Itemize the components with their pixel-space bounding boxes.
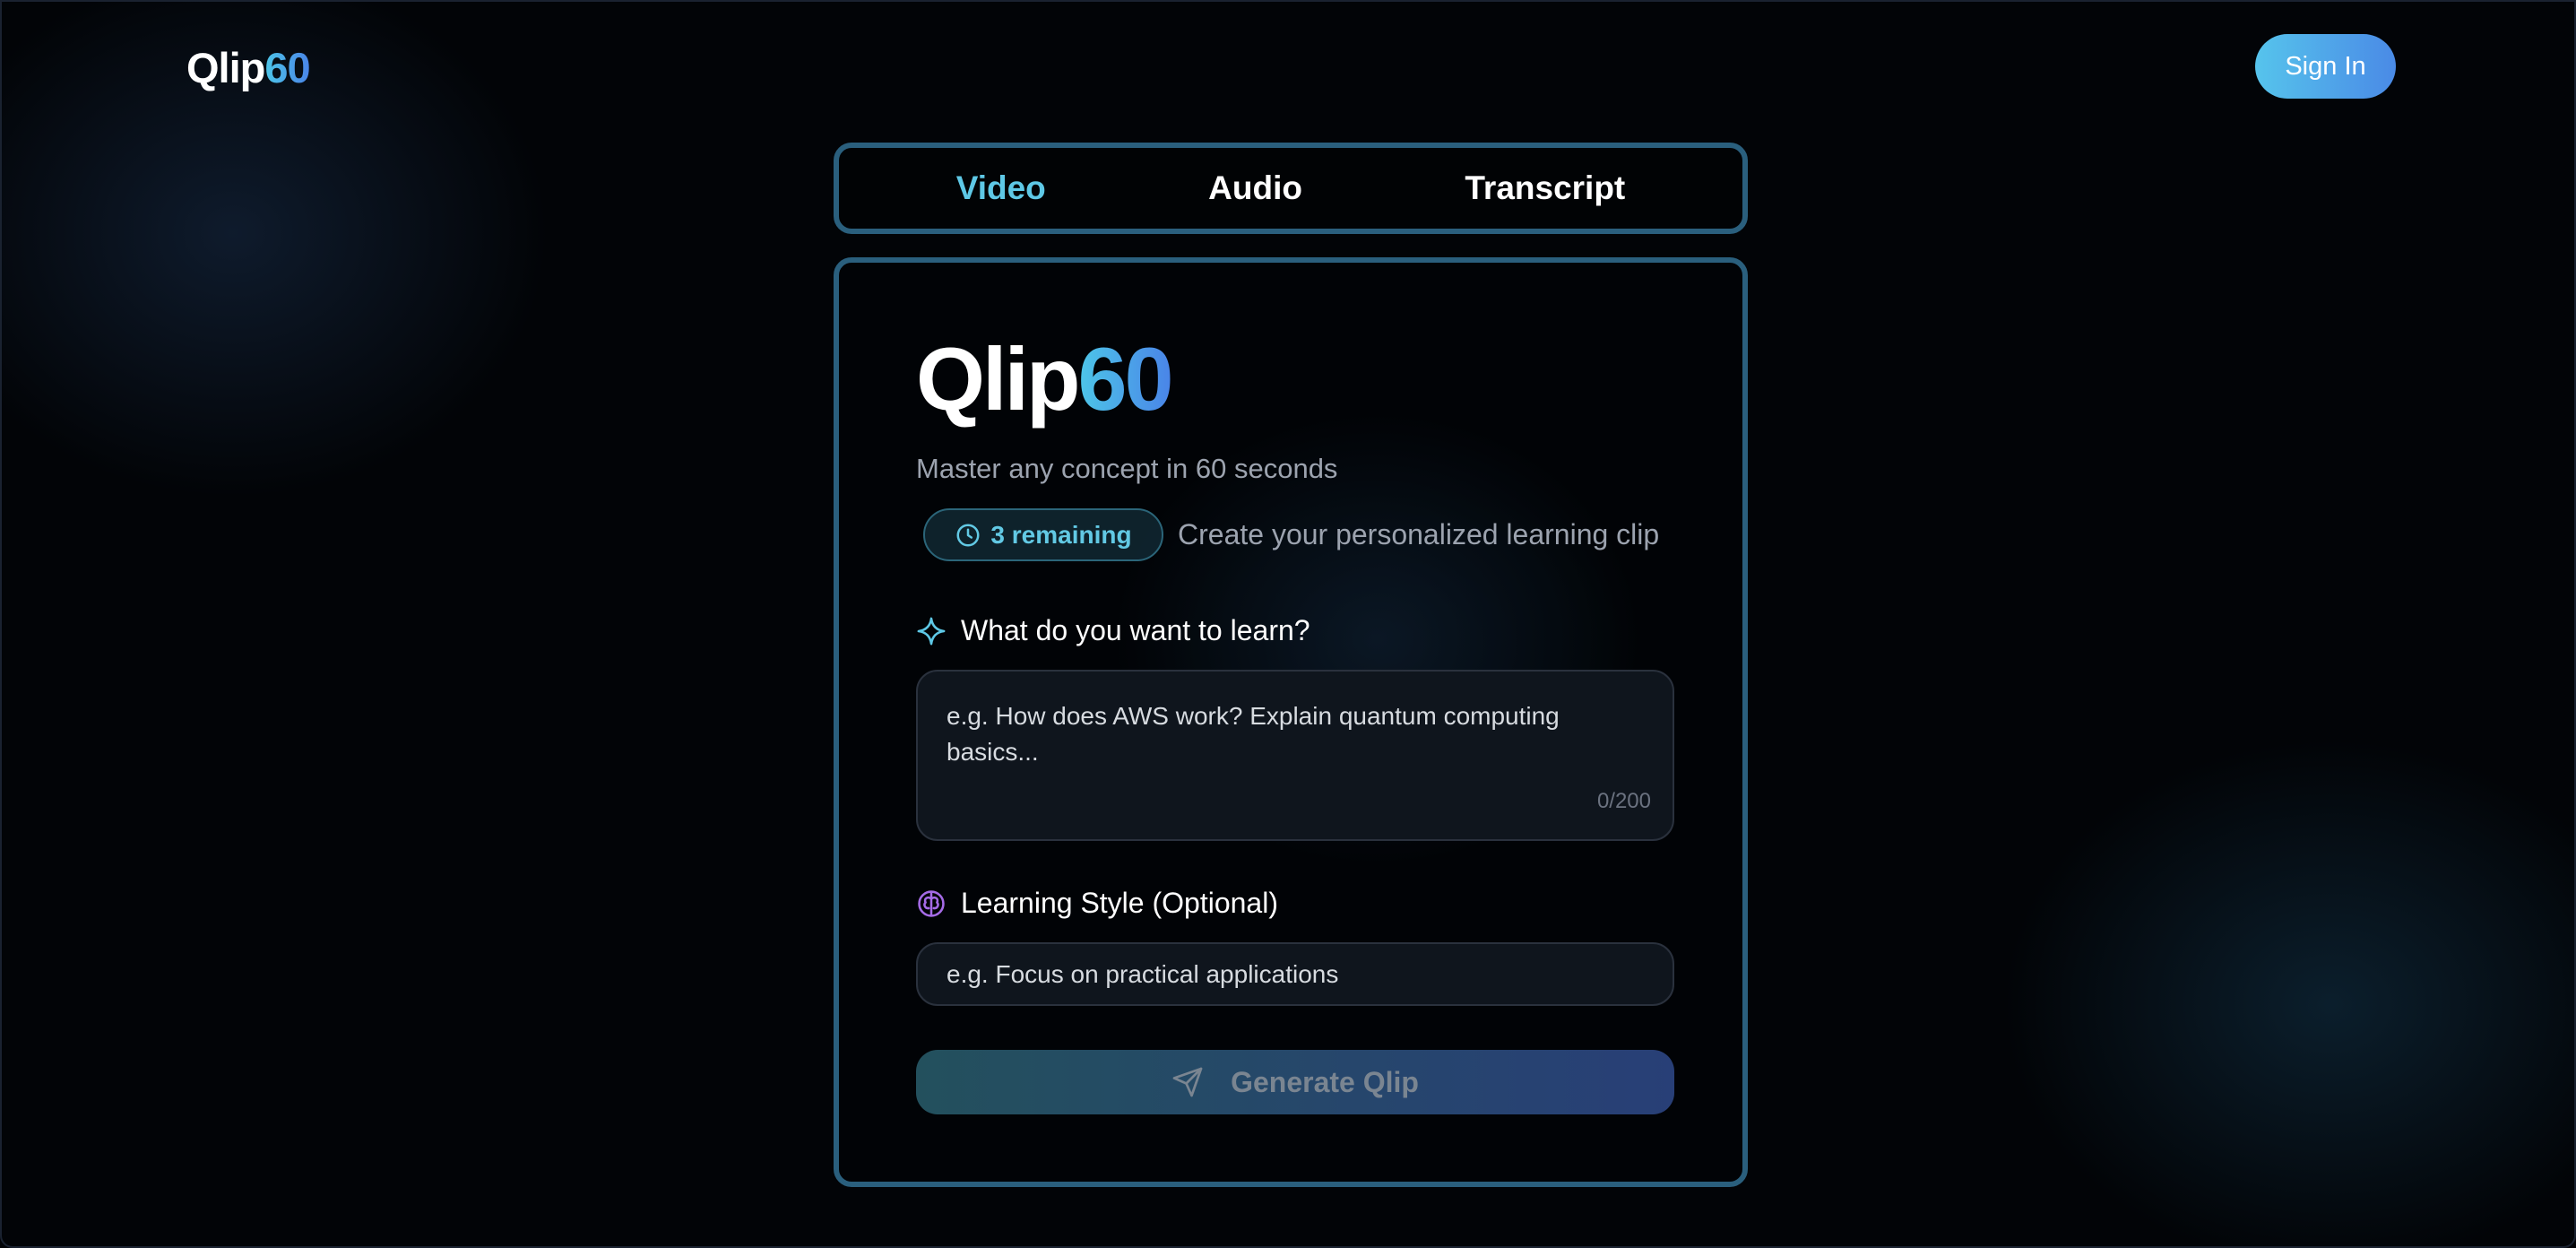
badge-label: 3 remaining: [990, 520, 1132, 549]
topic-placeholder: e.g. How does AWS work? Explain quantum …: [947, 702, 1560, 766]
brain-icon: [918, 889, 945, 917]
logo-accent: 60: [264, 44, 310, 91]
tab-video[interactable]: Video: [956, 169, 1046, 207]
generator-card: Qlip60 Master any concept in 60 seconds …: [834, 257, 1748, 1187]
logo-text: Qlip: [186, 44, 265, 91]
character-counter: 0/200: [1596, 789, 1651, 813]
sign-in-button[interactable]: Sign In: [2255, 34, 2396, 99]
topic-textarea[interactable]: e.g. How does AWS work? Explain quantum …: [916, 670, 1674, 841]
generate-button[interactable]: Generate Qlip: [916, 1050, 1674, 1114]
header-logo[interactable]: Qlip60: [186, 43, 311, 92]
learning-style-input[interactable]: e.g. Focus on practical applications: [916, 942, 1674, 1006]
clock-icon: [956, 524, 980, 546]
tab-audio[interactable]: Audio: [1208, 169, 1302, 207]
hero-title: Qlip60: [916, 334, 1174, 423]
sparkle-icon: [917, 617, 946, 645]
topic-label-text: What do you want to learn?: [961, 614, 1310, 646]
badge-caption: Create your personalized learning clip: [1178, 518, 1660, 550]
send-icon: [1172, 1067, 1203, 1097]
generate-label: Generate Qlip: [1231, 1065, 1419, 1098]
mode-tabs: Video Audio Transcript: [834, 143, 1748, 234]
hero-subtitle: Master any concept in 60 seconds: [916, 453, 1338, 484]
style-label-text: Learning Style (Optional): [961, 887, 1278, 919]
remaining-badge: 3 remaining: [923, 508, 1163, 561]
hero-title-text: Qlip: [916, 329, 1080, 429]
hero-title-accent: 60: [1077, 329, 1174, 429]
topic-label: What do you want to learn?: [916, 614, 1310, 647]
style-placeholder: e.g. Focus on practical applications: [947, 959, 1339, 988]
style-label: Learning Style (Optional): [916, 887, 1278, 920]
tab-transcript[interactable]: Transcript: [1465, 169, 1625, 207]
